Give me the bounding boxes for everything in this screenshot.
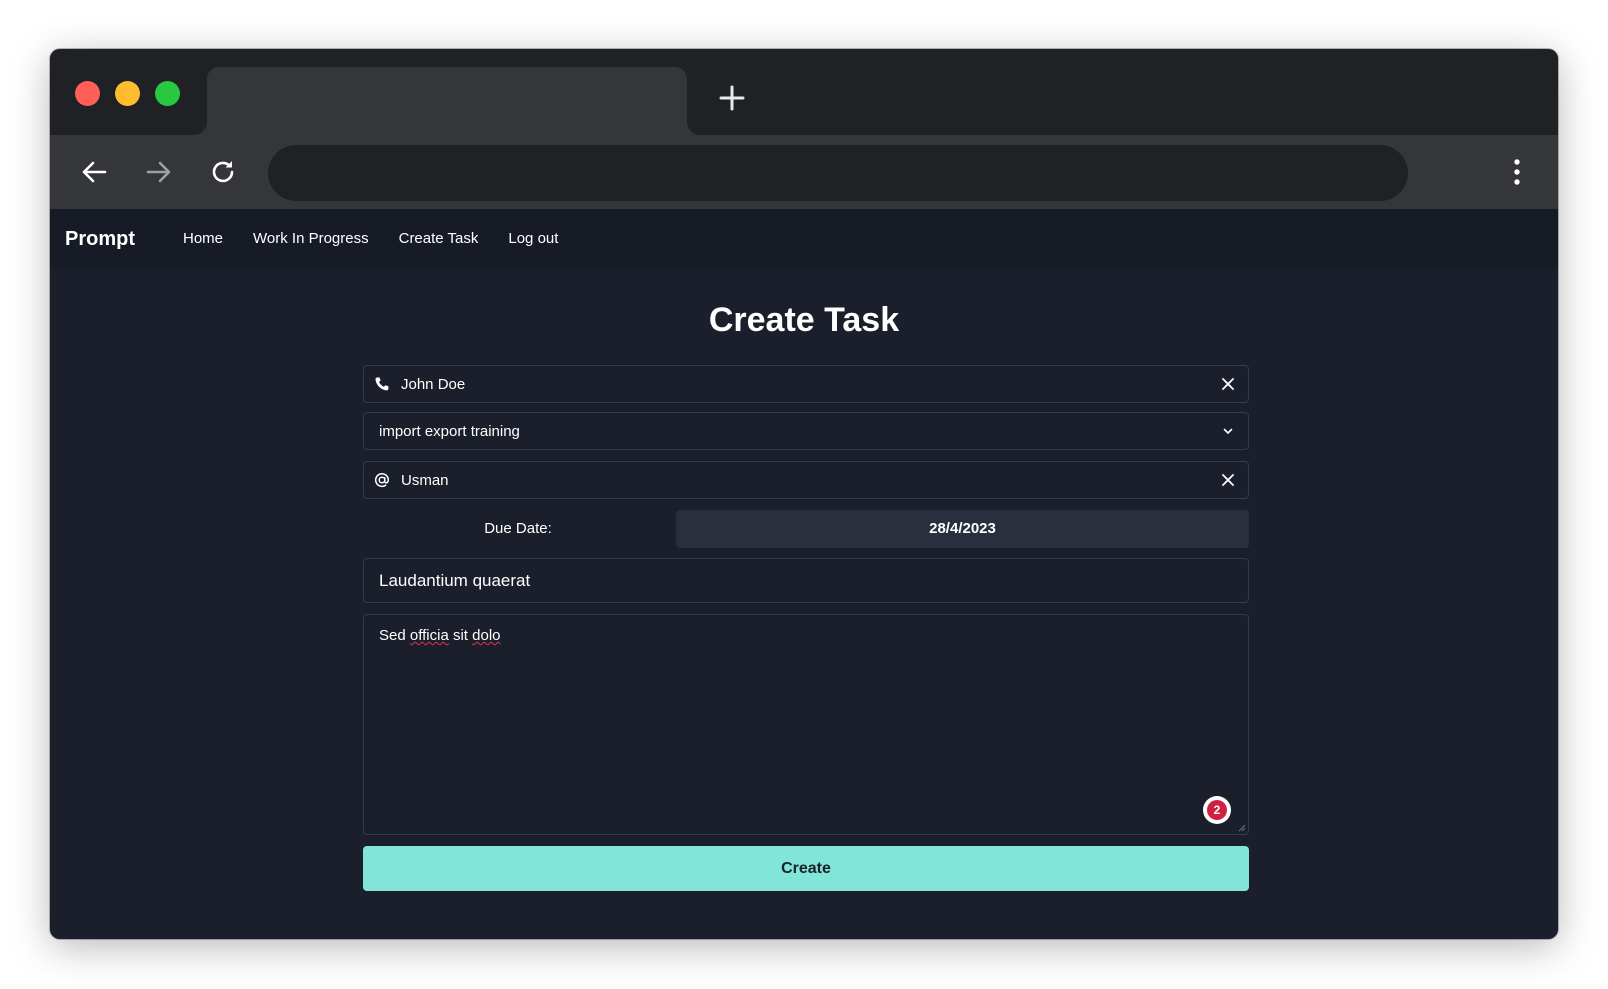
- resize-grip-icon[interactable]: [1236, 822, 1246, 832]
- create-button[interactable]: Create: [363, 846, 1249, 891]
- mention-select[interactable]: Usman: [363, 461, 1249, 499]
- app-navbar: Prompt Home Work In Progress Create Task…: [50, 209, 1558, 269]
- description-word: Sed: [379, 627, 406, 644]
- misspelled-word[interactable]: officia: [410, 627, 449, 644]
- back-button[interactable]: [75, 153, 113, 191]
- page-title: Create Task: [708, 301, 900, 339]
- chevron-down-icon: [1220, 423, 1236, 439]
- misspelled-word[interactable]: dolo: [472, 627, 500, 644]
- nav-link-create-task[interactable]: Create Task: [384, 209, 494, 269]
- training-select[interactable]: import export training: [363, 412, 1249, 450]
- assignee-value: John Doe: [401, 375, 466, 393]
- close-icon: [1222, 474, 1234, 486]
- phone-icon: [374, 376, 390, 392]
- due-date-label: Due Date:: [484, 520, 552, 537]
- close-window-button[interactable]: [75, 81, 100, 106]
- plus-icon: [719, 85, 745, 111]
- task-description-textarea[interactable]: Sed officia sit dolo 2: [363, 614, 1249, 835]
- due-date-row: Due Date: 28/4/2023: [363, 510, 1249, 548]
- browser-tab[interactable]: [193, 67, 701, 135]
- forward-button[interactable]: [140, 153, 178, 191]
- task-title-input[interactable]: Laudantium quaerat: [363, 558, 1249, 603]
- address-bar[interactable]: [268, 145, 1408, 201]
- clear-mention-button[interactable]: [1220, 472, 1236, 488]
- mention-value: Usman: [401, 471, 449, 489]
- grammar-check-badge[interactable]: 2: [1203, 796, 1231, 824]
- reload-button[interactable]: [204, 153, 242, 191]
- browser-menu-button[interactable]: [1498, 153, 1536, 191]
- nav-link-home[interactable]: Home: [168, 209, 238, 269]
- kebab-menu-icon: [1514, 159, 1520, 185]
- description-word: sit: [452, 627, 468, 644]
- at-icon: [374, 472, 390, 488]
- maximize-window-button[interactable]: [155, 81, 180, 106]
- title-bar: [50, 49, 1558, 135]
- training-value: import export training: [379, 422, 520, 440]
- main-content: Create Task John Doe import export train…: [50, 269, 1558, 939]
- reload-icon: [212, 161, 234, 183]
- arrow-right-icon: [146, 161, 171, 183]
- nav-links: Home Work In Progress Create Task Log ou…: [168, 209, 573, 269]
- grammar-issue-count: 2: [1207, 800, 1227, 820]
- assignee-select[interactable]: John Doe: [363, 365, 1249, 403]
- minimize-window-button[interactable]: [115, 81, 140, 106]
- clear-assignee-button[interactable]: [1220, 376, 1236, 392]
- description-text: Sed officia sit dolo: [379, 627, 501, 644]
- nav-link-work-in-progress[interactable]: Work In Progress: [238, 209, 384, 269]
- brand-link[interactable]: Prompt: [65, 209, 135, 269]
- browser-window: Prompt Home Work In Progress Create Task…: [50, 49, 1558, 939]
- browser-toolbar: [50, 135, 1558, 209]
- nav-link-log-out[interactable]: Log out: [493, 209, 573, 269]
- close-icon: [1222, 378, 1234, 390]
- new-tab-button[interactable]: [715, 81, 749, 115]
- arrow-left-icon: [82, 161, 107, 183]
- due-date-input[interactable]: 28/4/2023: [676, 510, 1249, 548]
